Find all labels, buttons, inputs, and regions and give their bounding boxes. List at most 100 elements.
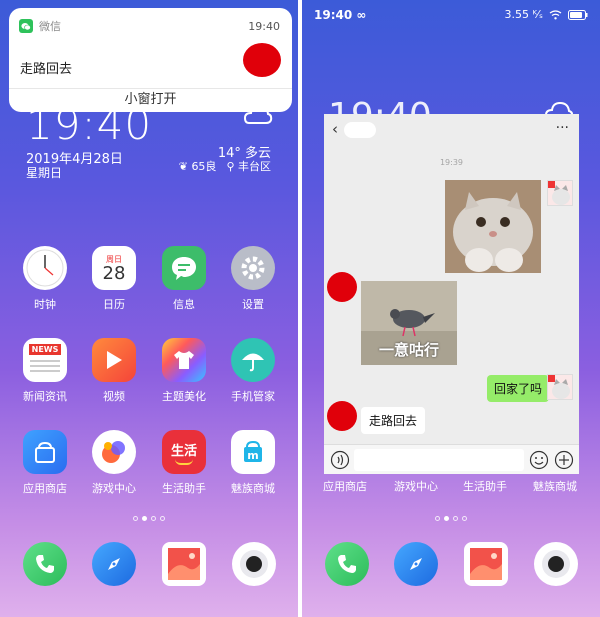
- app-game-center[interactable]: 游戏中心: [79, 430, 149, 496]
- gallery-icon: [168, 548, 200, 580]
- app-label: 游戏中心: [92, 482, 136, 495]
- dock-gallery[interactable]: [464, 542, 508, 586]
- dock-browser[interactable]: [92, 542, 136, 586]
- location-value: 丰台区: [238, 160, 271, 173]
- link-icon: ∞: [356, 8, 367, 22]
- news-badge: NEWS: [28, 344, 62, 355]
- home-screen-left: 19:40 2019年4月28日 星期日 14° 多云 ❦ 65良 ⚲ 丰台区 …: [0, 0, 298, 617]
- wechat-small-window[interactable]: ‹ ··· 19:39 一意咕行 回家了吗 走路回去: [324, 114, 579, 474]
- leaf-icon: ❦: [178, 160, 188, 173]
- network-speed: 3.55 ᴷ⁄ₛ: [504, 8, 543, 21]
- app-label[interactable]: 游戏中心: [381, 478, 451, 494]
- app-calendar[interactable]: 周日 28 日历: [79, 246, 149, 312]
- dock-phone[interactable]: [325, 542, 369, 586]
- browser-compass-icon: [108, 558, 120, 570]
- dock-browser[interactable]: [394, 542, 438, 586]
- app-news[interactable]: NEWS 新闻资讯: [10, 338, 80, 404]
- redacted-contact-avatar: [327, 272, 357, 302]
- dock-phone[interactable]: [23, 542, 67, 586]
- chat-timestamp: 19:39: [439, 158, 464, 167]
- app-label: 魅族商城: [231, 482, 275, 495]
- video-play-icon: [92, 338, 136, 382]
- chat-text-input[interactable]: [354, 449, 524, 471]
- sent-cat-image[interactable]: [445, 180, 541, 273]
- lock-weekday: 星期日: [26, 166, 63, 180]
- my-avatar: [547, 180, 573, 206]
- wechat-notification[interactable]: 微信 19:40 走路回去 小窗打开: [9, 8, 292, 112]
- app-label: 新闻资讯: [23, 390, 67, 403]
- weather-details: ❦ 65良 ⚲ 丰台区: [179, 158, 271, 174]
- wifi-icon: [549, 9, 562, 19]
- wechat-icon: [19, 19, 33, 33]
- back-arrow-icon[interactable]: ‹: [332, 120, 338, 138]
- notification-message: 走路回去: [20, 62, 73, 77]
- chat-header: ‹ ···: [324, 114, 579, 146]
- calendar-icon: 周日 28: [92, 246, 136, 290]
- app-store-bag-icon: [23, 430, 67, 474]
- app-label: 应用商店: [23, 482, 67, 495]
- gallery-icon: [470, 548, 502, 580]
- app-label: 设置: [242, 298, 264, 311]
- app-messages[interactable]: 信息: [149, 246, 219, 312]
- received-sticker-image[interactable]: 一意咕行: [361, 281, 457, 365]
- calendar-day: 28: [102, 262, 126, 284]
- app-label[interactable]: 魅族商城: [520, 478, 590, 494]
- game-center-icon: [92, 430, 136, 474]
- camera-icon: [240, 550, 268, 578]
- app-label: 生活助手: [162, 482, 206, 495]
- camera-icon: [542, 550, 570, 578]
- add-more-icon[interactable]: [554, 450, 574, 470]
- browser-compass-icon: [410, 558, 422, 570]
- life-assistant-text: 生活: [170, 443, 197, 459]
- app-store[interactable]: 应用商店: [10, 430, 80, 496]
- home-screen-right: 19:40 ∞ 3.55 ᴷ⁄ₛ 19:40 ‹ ··· 19:39: [302, 0, 600, 617]
- page-dot: [453, 516, 458, 521]
- voice-input-icon[interactable]: [330, 450, 350, 470]
- app-themes[interactable]: 主题美化: [149, 338, 219, 404]
- dock-gallery[interactable]: [162, 542, 206, 586]
- my-avatar: [547, 374, 573, 400]
- status-time: 19:40 ∞: [314, 8, 366, 22]
- received-message-bubble[interactable]: 走路回去: [361, 407, 426, 434]
- news-icon: NEWS: [23, 338, 67, 382]
- app-clock[interactable]: 时钟: [10, 246, 80, 312]
- battery-icon: [568, 9, 588, 20]
- umbrella-icon: [231, 338, 275, 382]
- chat-input-bar: [324, 444, 579, 474]
- page-dot: [151, 516, 156, 521]
- page-dot-active: [444, 516, 449, 521]
- more-options-icon[interactable]: ···: [556, 120, 569, 136]
- dock-camera[interactable]: [534, 542, 578, 586]
- app-meizu-store[interactable]: m 魅族商城: [218, 430, 288, 496]
- sent-message-bubble[interactable]: 回家了吗: [487, 375, 550, 402]
- meizu-store-letter: m: [247, 449, 259, 462]
- page-indicator: [0, 516, 298, 521]
- notification-app: 微信: [19, 18, 61, 34]
- theme-shirt-icon: [162, 338, 206, 382]
- clock-icon: [23, 246, 67, 290]
- redacted-avatar: [243, 43, 281, 77]
- app-label[interactable]: 生活助手: [450, 478, 520, 494]
- open-in-small-window-button[interactable]: 小窗打开: [9, 88, 292, 112]
- dock-camera[interactable]: [232, 542, 276, 586]
- app-phone-manager[interactable]: 手机管家: [218, 338, 288, 404]
- location-pin-icon: ⚲: [226, 160, 235, 173]
- phone-icon: [36, 555, 54, 573]
- status-time-value: 19:40: [314, 8, 353, 22]
- page-dot: [133, 516, 138, 521]
- app-settings[interactable]: 设置: [218, 246, 288, 312]
- emoji-icon[interactable]: [529, 450, 549, 470]
- location: ⚲ 丰台区: [226, 158, 271, 174]
- app-label[interactable]: 应用商店: [310, 478, 380, 494]
- air-quality: ❦ 65良: [179, 158, 217, 174]
- app-label: 信息: [173, 298, 195, 311]
- app-video[interactable]: 视频: [79, 338, 149, 404]
- page-dot: [160, 516, 165, 521]
- page-indicator: [302, 516, 600, 521]
- app-label: 视频: [103, 390, 125, 403]
- page-dot-active: [142, 516, 147, 521]
- app-label: 手机管家: [231, 390, 275, 403]
- notification-time: 19:40: [248, 20, 280, 33]
- app-life-assistant[interactable]: 生活 生活助手: [149, 430, 219, 496]
- message-icon: [162, 246, 206, 290]
